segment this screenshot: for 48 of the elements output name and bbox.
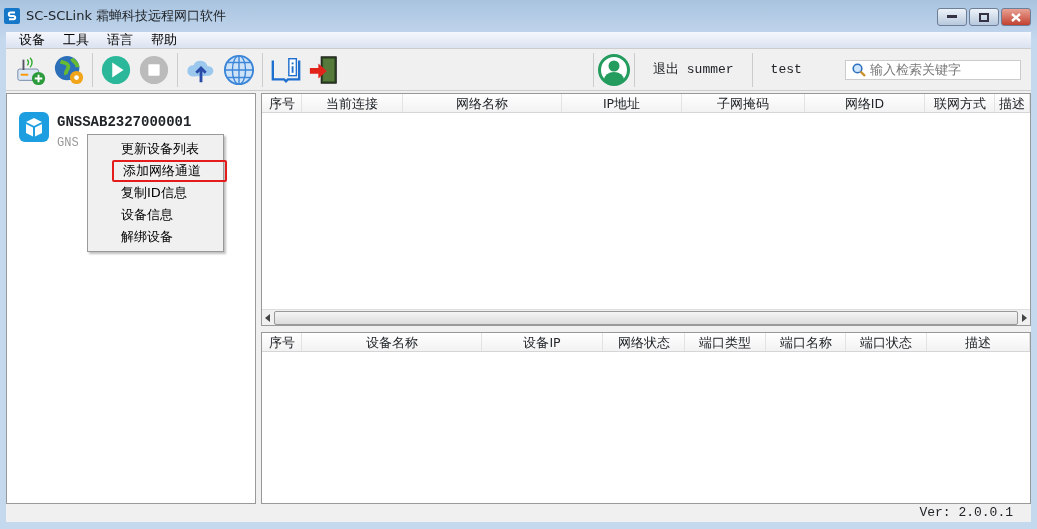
column-header[interactable]: 端口类型 (685, 333, 766, 351)
column-header[interactable]: 联网方式 (925, 94, 995, 112)
exit-door-icon[interactable] (308, 53, 340, 86)
minimize-button[interactable] (937, 8, 967, 26)
menu-item[interactable]: 设备 (10, 32, 54, 48)
globe-icon[interactable] (223, 53, 255, 86)
device-subtitle: GNS (57, 135, 79, 152)
scrollbar-thumb[interactable] (274, 310, 1018, 325)
maximize-icon (979, 12, 989, 22)
close-icon (1011, 12, 1021, 22)
minimize-icon (947, 15, 957, 19)
column-header[interactable]: 当前连接 (302, 94, 403, 112)
column-header[interactable]: 子网掩码 (682, 94, 805, 112)
search-field[interactable]: 输入检索关键字 (845, 59, 1021, 80)
maximize-button[interactable] (969, 8, 999, 26)
column-header[interactable]: 设备名称 (302, 333, 482, 351)
column-header[interactable]: 描述 (927, 333, 1030, 351)
scroll-right-icon[interactable] (1021, 313, 1027, 322)
column-header[interactable]: 序号 (262, 333, 302, 351)
menu-item[interactable]: 更新设备列表 (90, 138, 221, 160)
menu-item[interactable]: 设备信息 (90, 204, 221, 226)
account-label: test (769, 60, 803, 79)
column-header[interactable]: 网络ID (805, 94, 925, 112)
app-logo-icon (4, 8, 20, 24)
search-icon (852, 62, 866, 77)
cube-icon (19, 112, 49, 142)
column-header[interactable]: 设备IP (482, 333, 603, 351)
logout-link[interactable]: 退出 summer (639, 59, 748, 80)
menu-item[interactable]: 工具 (54, 32, 98, 48)
close-button[interactable] (1001, 8, 1031, 26)
column-header[interactable]: 描述 (995, 94, 1030, 112)
menu-item[interactable]: 帮助 (142, 32, 186, 48)
window-title: SC-SCLink 霜蝉科技远程网口软件 (26, 7, 227, 26)
menu-item[interactable]: 解绑设备 (90, 226, 221, 248)
user-avatar-icon[interactable] (598, 53, 630, 86)
column-header[interactable]: 端口名称 (766, 333, 846, 351)
column-header[interactable]: 网络状态 (603, 333, 685, 351)
column-header[interactable]: 网络名称 (403, 94, 562, 112)
scroll-left-icon[interactable] (265, 313, 271, 322)
menu-item[interactable]: 添加网络通道 (112, 160, 228, 182)
column-header[interactable]: 端口状态 (846, 333, 927, 351)
device-name[interactable]: GNSSAB2327000001 (57, 112, 192, 133)
column-header[interactable]: IP地址 (562, 94, 682, 112)
version-label: Ver: 2.0.0.1 (919, 504, 1013, 523)
menu-item[interactable]: 复制ID信息 (90, 182, 221, 204)
column-header[interactable]: 序号 (262, 94, 302, 112)
menu-item[interactable]: 语言 (98, 32, 142, 48)
globe-gear-icon[interactable] (53, 53, 85, 86)
